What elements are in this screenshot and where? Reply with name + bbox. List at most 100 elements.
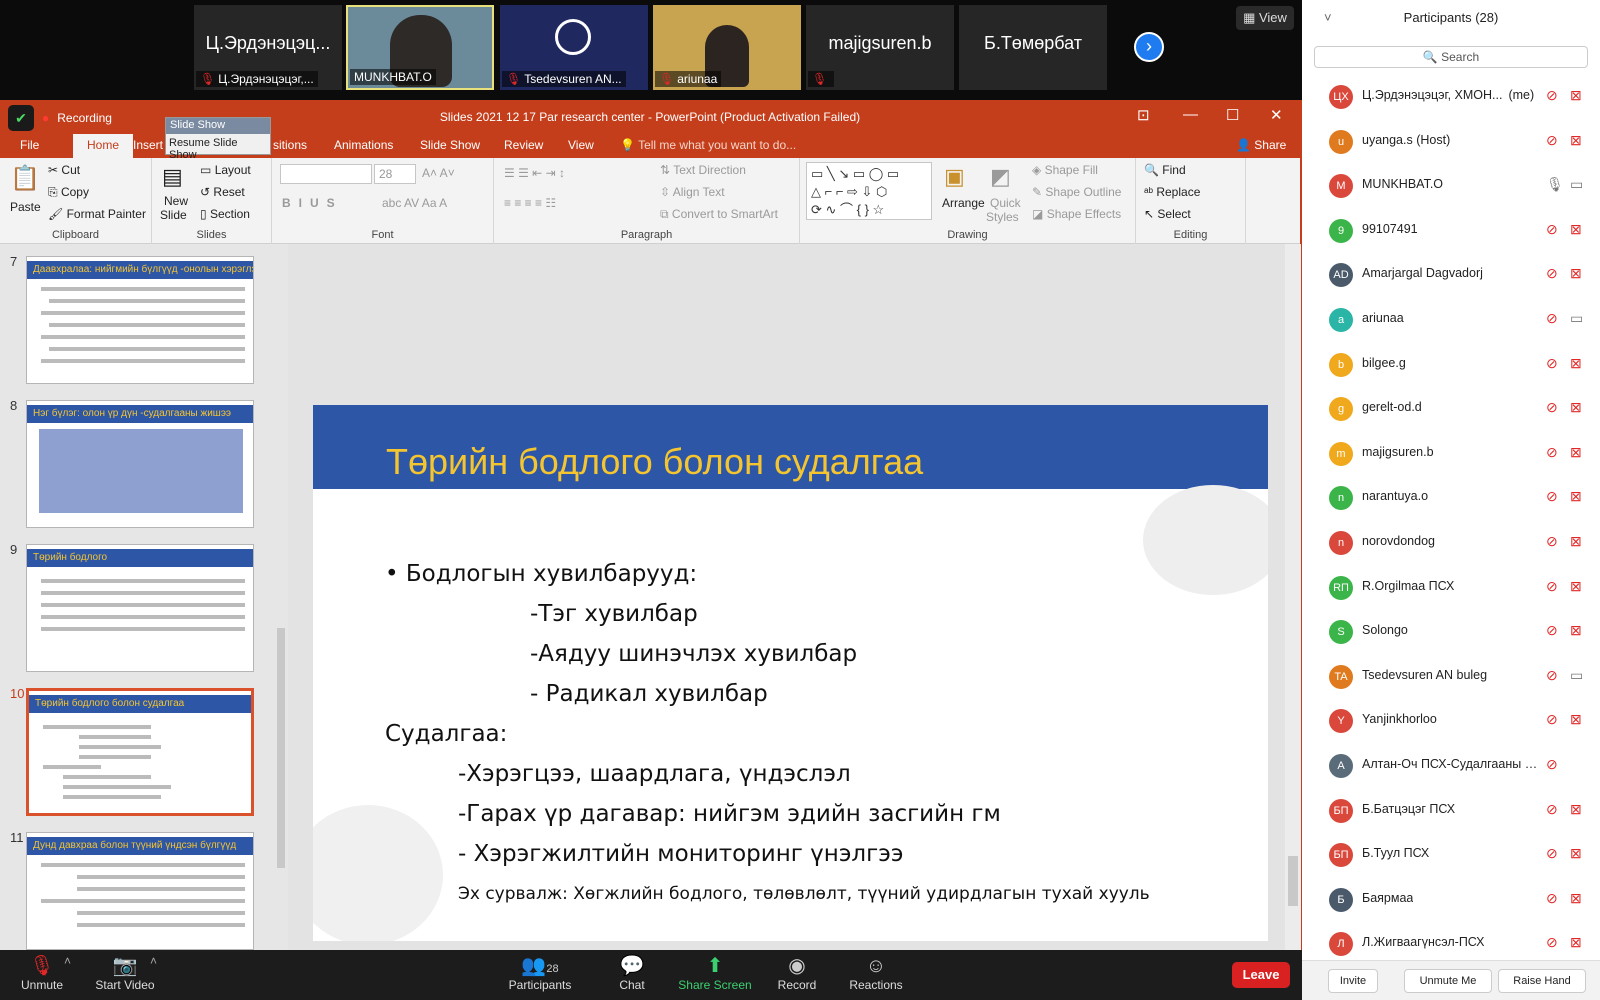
replace-button[interactable]: ᵃᵇ Replace [1144,185,1200,199]
invite-button[interactable]: Invite [1328,969,1378,993]
new-slide-label[interactable]: New [164,194,188,208]
shapes-gallery[interactable]: ▭ ╲ ↘ ▭ ◯ ▭ △ ⌐ ⌐ ⇨ ⇩ ⬡ ⟳ ∿ ⌒ { } ☆ [806,162,932,220]
video-tile[interactable]: Ц.Эрдэнэцэц... 🎙 Ц.Эрдэнэцэцэг,... [194,5,342,90]
layout-button[interactable]: ▭ Layout [200,163,251,177]
participant-row[interactable]: u uyanga.s (Host) ⊘ ⊠ [1302,120,1600,164]
participant-row[interactable]: AD Amarjargal Dagvadorj ⊘ ⊠ [1302,253,1600,297]
shape-fill-button[interactable]: ◈ Shape Fill [1032,163,1098,177]
section-button[interactable]: ▯ Section [200,207,250,221]
participant-row[interactable]: TA Tsedevsuren AN buleg ⊘ ▭ [1302,655,1600,699]
current-slide[interactable]: Төрийн бодлого болон судалгаа • Бодлогын… [313,405,1268,941]
quick-label[interactable]: Quick [990,196,1021,210]
tab-review[interactable]: Review [504,138,543,152]
raise-hand-button[interactable]: Raise Hand [1498,969,1586,993]
new-slide-icon[interactable]: ▤ [162,164,183,190]
arrange-label[interactable]: Arrange [942,196,985,210]
slide-scrollbar[interactable] [1285,244,1301,950]
thumbnail-scrollbar[interactable] [276,248,286,948]
slide-thumbnail[interactable]: Төрийн бодлого [26,544,254,672]
tab-slide-show[interactable]: Slide Show [420,138,480,152]
participant-row[interactable]: БП Б.Батцэцэг ПСХ ⊘ ⊠ [1302,789,1600,833]
select-button[interactable]: ↖ Select [1144,207,1191,221]
cut-button[interactable]: ✂ Cut [48,163,80,177]
view-button[interactable]: ▦ View [1236,6,1294,30]
arrange-icon[interactable]: ▣ [944,164,965,190]
scrollbar-thumb[interactable] [277,628,285,868]
participant-row[interactable]: b bilgee.g ⊘ ⊠ [1302,343,1600,387]
font-grow-icon[interactable]: A˄ A˅ [422,166,455,180]
tab-view[interactable]: View [568,138,594,152]
maximize-button[interactable]: ☐ [1226,106,1239,124]
participant-row[interactable]: a ariunaa ⊘ ▭ [1302,298,1600,342]
tab-home[interactable]: Home [73,134,134,158]
participant-row[interactable]: M MUNKHBAT.O 🎙 ▭ [1302,164,1600,208]
align-icons[interactable]: ≡ ≡ ≡ ≡ ☷ [504,196,556,210]
scrollbar-thumb[interactable] [1288,856,1298,906]
new-slide-label2[interactable]: Slide [160,208,187,222]
reset-button[interactable]: ↺ Reset [200,185,245,199]
paste-icon[interactable]: 📋 [10,164,40,193]
tab-insert[interactable]: Insert [133,138,163,152]
participant-row[interactable]: m majigsuren.b ⊘ ⊠ [1302,432,1600,476]
video-tile[interactable]: 🎙 Tsedevsuren AN... [500,5,648,90]
slide-thumbnail[interactable]: Нэг бүлэг: олон үр дүн -судалгааны жишээ [26,400,254,528]
font-size-box[interactable]: 28 [374,164,416,184]
leave-button[interactable]: Leave [1232,962,1290,988]
video-tile-active-speaker[interactable]: MUNKHBAT.O [346,5,494,90]
tab-animations[interactable]: Animations [334,138,393,152]
quick-styles-icon[interactable]: ◩ [990,164,1011,190]
next-page-button[interactable]: › [1134,32,1164,62]
font-family-box[interactable] [280,164,372,184]
participant-row[interactable]: А Алтан-Оч ПСХ-Судалгааны алб... ⊘ [1302,744,1600,788]
tab-transitions[interactable]: sitions [273,138,307,152]
participant-row[interactable]: Y Yanjinkhorloo ⊘ ⊠ [1302,699,1600,743]
lightbulb-icon: 💡 [620,138,635,152]
video-tile[interactable]: majigsuren.b 🎙 [806,5,954,90]
participant-row[interactable]: Б Баярмаа ⊘ ⊠ [1302,878,1600,922]
tell-me-box[interactable]: 💡 Tell me what you want to do... [620,138,796,152]
participants-button[interactable]: 👥28 Participants [505,954,575,992]
participant-search-input[interactable]: 🔍 Search [1314,46,1588,68]
format-painter-button[interactable]: 🖌 Format Painter [48,207,146,221]
slide-thumbnail[interactable]: Даавхралаа: нийгмийн бүлгүүд -онолын хэр… [26,256,254,384]
slide-thumbnail-selected[interactable]: Төрийн бодлого болон судалгаа [26,688,254,816]
convert-smartart-button[interactable]: ⧉ Convert to SmartArt [660,207,778,222]
unmute-me-button[interactable]: Unmute Me [1404,969,1492,993]
participant-row[interactable]: g gerelt-od.d ⊘ ⊠ [1302,387,1600,431]
chat-button[interactable]: 💬 Chat [612,954,652,992]
paste-button[interactable]: Paste [10,200,41,214]
record-button[interactable]: ◉ Record [774,954,820,992]
shape-effects-button[interactable]: ◪ Shape Effects [1032,207,1121,221]
video-tile[interactable]: 🎙 ariunaa [653,5,801,90]
tab-file[interactable]: File [20,138,39,152]
shape-outline-button[interactable]: ✎ Shape Outline [1032,185,1121,199]
share-screen-button[interactable]: ⬆ Share Screen [676,954,754,992]
bullets-icon[interactable]: ☰ ☰ ⇤ ⇥ ↕ [504,166,565,180]
slide-thumbnail[interactable]: Дунд давхраа болон түүний үндсэн бүлгүүд [26,832,254,950]
participant-row[interactable]: БП Б.Туул ПСХ ⊘ ⊠ [1302,833,1600,877]
font-format-icons[interactable]: BIUS [282,196,343,210]
minimize-button[interactable]: — [1183,106,1198,123]
audio-options-chevron-icon[interactable]: ˄ [64,954,71,968]
video-tile[interactable]: Б.Төмөрбат [959,5,1107,90]
ribbon-display-icon[interactable]: ⊡ [1137,106,1150,124]
find-button[interactable]: 🔍 Find [1144,163,1186,177]
video-options-chevron-icon[interactable]: ˄ [150,954,157,968]
participant-row[interactable]: n narantuya.o ⊘ ⊠ [1302,476,1600,520]
participant-row[interactable]: RП R.Orgilmaa ПСХ ⊘ ⊠ [1302,566,1600,610]
reactions-button[interactable]: ☺ Reactions [846,954,906,992]
participant-row[interactable]: 9 99107491 ⊘ ⊠ [1302,209,1600,253]
close-button[interactable]: ✕ [1270,106,1283,124]
start-video-button[interactable]: 📷 Start Video [92,954,158,992]
share-button[interactable]: 👤 Share [1236,138,1286,152]
styles-label[interactable]: Styles [986,210,1019,224]
copy-button[interactable]: ⎘ Copy [48,185,89,200]
participant-row[interactable]: n norovdondog ⊘ ⊠ [1302,521,1600,565]
text-direction-button[interactable]: ⇅ Text Direction [660,163,746,177]
font-color-icon[interactable]: abc AV Aa A [382,196,447,210]
unmute-button[interactable]: 🎙 Unmute [20,954,64,992]
participant-row[interactable]: ЦХ Ц.Эрдэнэцэцэг, ХМОН... (me) ⊘ ⊠ [1302,75,1600,119]
chevron-down-icon[interactable]: ˅ [1324,0,1332,36]
align-text-button[interactable]: ⇳ Align Text [660,185,725,199]
participant-row[interactable]: S Solongo ⊘ ⊠ [1302,610,1600,654]
